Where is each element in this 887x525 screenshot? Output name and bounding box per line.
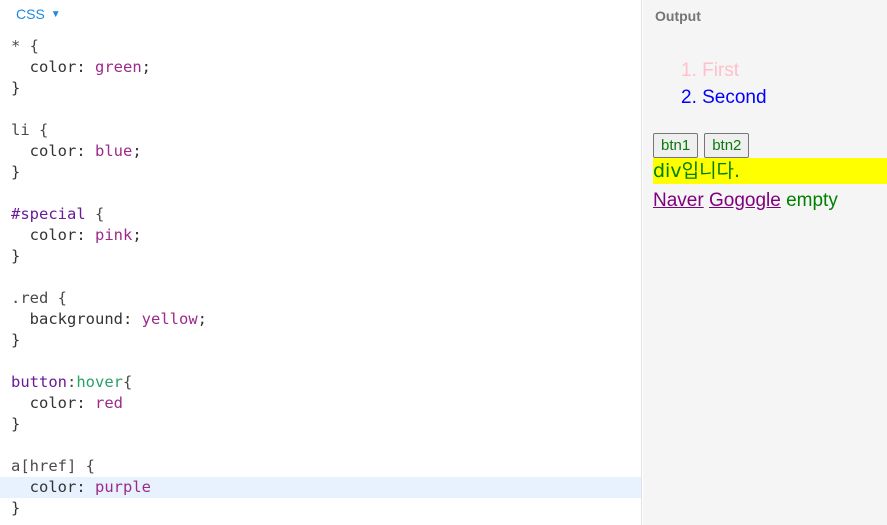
code-line[interactable]: } [0,246,641,267]
code-token: yellow [141,310,198,328]
code-token: color: [11,226,95,244]
code-token: * { [11,37,39,55]
code-line[interactable] [0,267,641,288]
code-token: green [95,58,142,76]
code-line[interactable]: #special { [0,204,641,225]
code-line[interactable]: a[href] { [0,456,641,477]
code-token: purple [95,478,151,496]
code-token: pink [95,226,133,244]
output-title: Output [655,8,701,24]
code-line[interactable] [0,351,641,372]
code-token: } [11,331,21,349]
code-token: : [67,373,77,391]
code-line[interactable] [0,183,641,204]
links-row: Naver Gogogle empty [653,188,838,214]
code-token: hover [76,373,124,391]
list-item-first: 1. First [681,60,740,81]
code-token: blue [95,142,133,160]
code-line[interactable]: } [0,414,641,435]
naver-link[interactable]: Naver [653,190,704,211]
code-line[interactable] [0,435,641,456]
caret-down-icon: ▼ [50,8,61,20]
code-token: background: [11,310,142,328]
code-token: button [11,373,67,391]
language-label: CSS [16,6,45,22]
code-token: } [11,247,21,265]
code-token: li { [11,121,49,139]
code-token: } [11,499,21,517]
code-line[interactable]: color: green; [0,57,641,78]
code-token: ; [197,310,207,328]
code-line[interactable]: color: blue; [0,141,641,162]
code-token: ; [132,142,142,160]
code-line[interactable]: } [0,162,641,183]
code-line[interactable]: .red { [0,288,641,309]
code-token: } [11,163,21,181]
code-token: color: [11,478,95,496]
code-token: ; [141,58,152,76]
code-line[interactable] [0,99,641,120]
code-token: color: [11,58,95,76]
btn1-button[interactable]: btn1 [653,133,699,158]
code-token: red [95,394,123,412]
code-area[interactable]: * { color: green;} li { color: blue;} #s… [0,36,641,519]
css-editor-pane[interactable]: CSS ▼ * { color: green;} li { color: blu… [0,0,642,525]
code-line[interactable]: button:hover{ [0,372,641,393]
code-line[interactable]: background: yellow; [0,309,641,330]
empty-link-text: empty [786,190,838,211]
code-token: color: [11,394,95,412]
list-item-second: 2. Second [681,87,767,108]
code-token: a[href] { [11,457,95,475]
language-selector[interactable]: CSS ▼ [16,6,61,22]
code-token: #special [11,205,86,223]
code-token: { [85,205,105,223]
code-line[interactable]: li { [0,120,641,141]
button-row: btn1 btn2 [653,133,750,158]
code-line[interactable]: } [0,78,641,99]
code-token: .red { [11,289,67,307]
code-token: ; [132,226,142,244]
code-line[interactable]: color: purple [0,477,641,498]
code-line[interactable]: } [0,330,641,351]
output-pane: Output 1. First 2. Second btn1 btn2 div입… [643,0,887,525]
code-line[interactable]: color: pink; [0,225,641,246]
code-token: color: [11,142,95,160]
code-line[interactable]: } [0,498,641,519]
code-line[interactable]: color: red [0,393,641,414]
code-token: { [123,373,133,391]
btn2-button[interactable]: btn2 [704,133,750,158]
code-line[interactable]: * { [0,36,641,57]
code-token: } [11,415,21,433]
code-token: } [11,79,21,97]
output-ordered-list: 1. First 2. Second [681,57,767,111]
red-class-div: div입니다. [653,158,887,184]
gogogle-link[interactable]: Gogogle [709,190,781,211]
